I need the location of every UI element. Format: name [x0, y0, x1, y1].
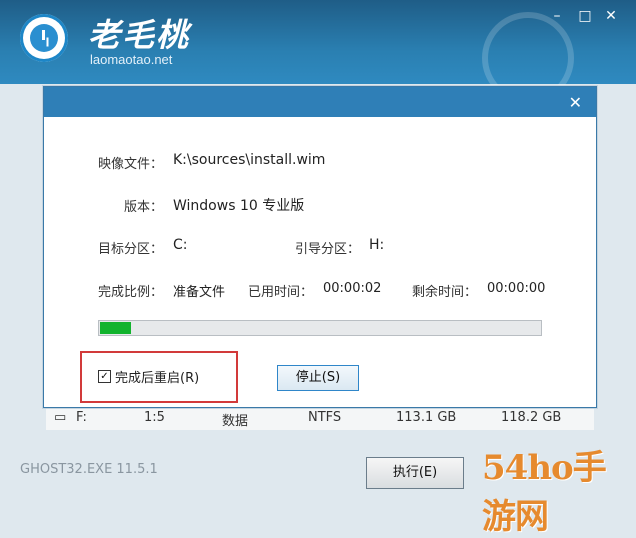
boot-partition-value: H:	[369, 237, 385, 253]
execute-button[interactable]: 执行(E)	[366, 457, 464, 489]
drive-icon: ▭	[54, 410, 67, 425]
partition-drive: F:	[76, 410, 87, 425]
minimize-button[interactable]: –	[546, 8, 568, 24]
version-label: 版本：	[124, 200, 164, 215]
partition-name: 数据	[222, 414, 249, 429]
brand-url: laomaotao.net	[90, 52, 173, 67]
remaining-time-label: 剩余时间：	[412, 285, 478, 300]
progress-bar-fill	[100, 322, 131, 334]
elapsed-time-label: 已用时间：	[248, 285, 314, 300]
brand-title: 老毛桃	[88, 16, 191, 54]
site-watermark-logo: 54ho手游网	[482, 448, 607, 537]
partition-total: 118.2 GB	[501, 410, 562, 425]
completion-ratio-label: 完成比例：	[98, 285, 164, 300]
target-partition-value: C:	[173, 237, 188, 253]
progress-bar	[98, 320, 542, 336]
ghost-version-label: GHOST32.EXE 11.5.1	[20, 462, 158, 477]
image-file-label: 映像文件：	[98, 157, 164, 172]
target-partition-label: 目标分区：	[98, 242, 164, 257]
app-titlebar: 老毛桃 laomaotao.net – □ ✕	[0, 0, 636, 104]
remaining-time-value: 00:00:00	[487, 281, 546, 296]
partition-free: 113.1 GB	[396, 410, 457, 425]
partition-index: 1:5	[144, 410, 165, 425]
image-file-value: K:\sources\install.wim	[173, 152, 326, 168]
version-value: Windows 10 专业版	[173, 198, 305, 214]
restore-progress-dialog: ✕ 映像文件： K:\sources\install.wim 版本： Windo…	[43, 86, 597, 408]
restart-checkbox[interactable]: ✓	[98, 370, 111, 383]
partition-list-row[interactable]: ▭ F: 1:5 数据 NTFS 113.1 GB 118.2 GB	[46, 407, 594, 430]
partition-fs: NTFS	[308, 410, 342, 425]
maximize-button[interactable]: □	[574, 8, 596, 24]
boot-partition-label: 引导分区：	[295, 242, 361, 257]
elapsed-time-value: 00:00:02	[323, 281, 382, 296]
restart-option-highlight: ✓ 完成后重启(R)	[80, 351, 238, 403]
app-logo-icon	[20, 14, 68, 62]
window-close-button[interactable]: ✕	[600, 8, 622, 24]
completion-ratio-value: 准备文件	[173, 285, 226, 300]
restart-checkbox-label[interactable]: 完成后重启(R)	[115, 367, 199, 386]
stop-button[interactable]: 停止(S)	[277, 365, 359, 391]
dialog-titlebar: ✕	[44, 87, 596, 117]
dialog-close-button[interactable]: ✕	[569, 93, 582, 112]
